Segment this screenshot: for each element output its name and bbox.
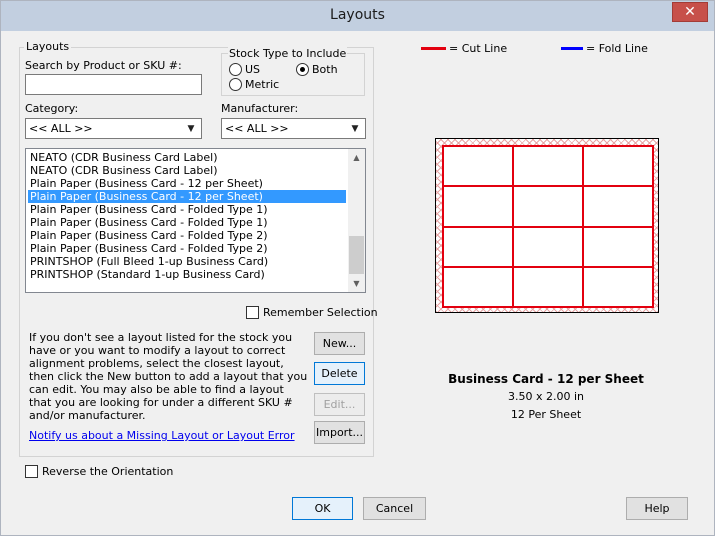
fold-line-swatch <box>561 47 583 50</box>
list-item[interactable]: PRINTSHOP (Full Bleed 1-up Business Card… <box>28 255 268 268</box>
category-select[interactable]: << ALL >> ▼ <box>25 118 202 139</box>
list-item[interactable]: NEATO (CDR Business Card Label) <box>28 164 218 177</box>
reverse-orientation-label: Reverse the Orientation <box>42 465 174 478</box>
cut-line-label: = Cut Line <box>449 42 508 55</box>
new-button[interactable]: New... <box>314 332 365 355</box>
layout-size: 3.50 x 2.00 in <box>507 390 584 403</box>
title-bar: Layouts ✕ <box>1 1 714 31</box>
remember-selection-checkbox[interactable] <box>246 306 259 319</box>
card-cell <box>582 225 654 268</box>
remember-selection-label: Remember Selection <box>263 306 378 319</box>
list-item[interactable]: Plain Paper (Business Card - Folded Type… <box>28 203 268 216</box>
card-cell <box>442 185 514 228</box>
list-item[interactable]: PRINTSHOP (Standard 1-up Business Card) <box>28 268 265 281</box>
card-cell <box>442 265 514 308</box>
layout-name: Business Card - 12 per Sheet <box>448 372 644 386</box>
close-button[interactable]: ✕ <box>672 2 708 22</box>
layouts-list[interactable]: NEATO (CDR Business Card Label) NEATO (C… <box>25 148 366 293</box>
radio-us[interactable] <box>229 63 242 76</box>
category-value: << ALL >> <box>29 122 93 135</box>
card-cell <box>512 145 584 188</box>
radio-us-label: US <box>245 63 261 76</box>
layout-per-sheet: 12 Per Sheet <box>510 408 582 421</box>
list-item[interactable]: Plain Paper (Business Card - 12 per Shee… <box>28 177 263 190</box>
info-text: If you don't see a layout listed for the… <box>29 331 308 422</box>
layouts-group-label: Layouts <box>24 40 72 53</box>
radio-both[interactable] <box>296 63 309 76</box>
scroll-thumb[interactable] <box>349 236 364 274</box>
edit-button[interactable]: Edit... <box>314 393 365 416</box>
list-item[interactable]: Plain Paper (Business Card - Folded Type… <box>28 229 268 242</box>
list-item[interactable]: Plain Paper (Business Card - Folded Type… <box>28 242 268 255</box>
import-button[interactable]: Import... <box>314 421 365 444</box>
card-cell <box>582 185 654 228</box>
list-item-selected[interactable]: Plain Paper (Business Card - 12 per Shee… <box>28 190 346 203</box>
layout-preview <box>435 138 659 313</box>
stock-type-label: Stock Type to Include <box>228 47 348 60</box>
manufacturer-value: << ALL >> <box>225 122 289 135</box>
card-cell <box>512 265 584 308</box>
window-title: Layouts <box>330 7 385 23</box>
manufacturer-select[interactable]: << ALL >> ▼ <box>221 118 366 139</box>
search-label: Search by Product or SKU #: <box>25 59 182 72</box>
reverse-orientation-checkbox[interactable] <box>25 465 38 478</box>
card-cell <box>582 145 654 188</box>
delete-button[interactable]: Delete <box>314 362 365 385</box>
fold-line-label: = Fold Line <box>586 42 648 55</box>
card-cell <box>442 225 514 268</box>
list-item[interactable]: NEATO (CDR Business Card Label) <box>28 151 218 164</box>
list-item[interactable]: Plain Paper (Business Card - Folded Type… <box>28 216 268 229</box>
scroll-down-icon[interactable]: ▼ <box>348 275 365 292</box>
list-scrollbar[interactable]: ▲ ▼ <box>348 149 365 292</box>
radio-metric[interactable] <box>229 78 242 91</box>
help-button[interactable]: Help <box>626 497 688 520</box>
radio-metric-label: Metric <box>245 78 280 91</box>
chevron-down-icon: ▼ <box>187 124 195 134</box>
card-cell <box>582 265 654 308</box>
cut-line-swatch <box>421 47 446 50</box>
chevron-down-icon: ▼ <box>351 124 359 134</box>
category-label: Category: <box>25 102 79 115</box>
missing-layout-link[interactable]: Notify us about a Missing Layout or Layo… <box>29 429 295 442</box>
card-cell <box>512 185 584 228</box>
radio-both-label: Both <box>312 63 338 76</box>
card-cell <box>442 145 514 188</box>
ok-button[interactable]: OK <box>292 497 353 520</box>
manufacturer-label: Manufacturer: <box>221 102 299 115</box>
layouts-dialog: Layouts ✕ Layouts Search by Product or S… <box>0 0 715 536</box>
scroll-up-icon[interactable]: ▲ <box>348 149 365 166</box>
cancel-button[interactable]: Cancel <box>363 497 426 520</box>
search-input[interactable] <box>25 74 202 95</box>
card-cell <box>512 225 584 268</box>
